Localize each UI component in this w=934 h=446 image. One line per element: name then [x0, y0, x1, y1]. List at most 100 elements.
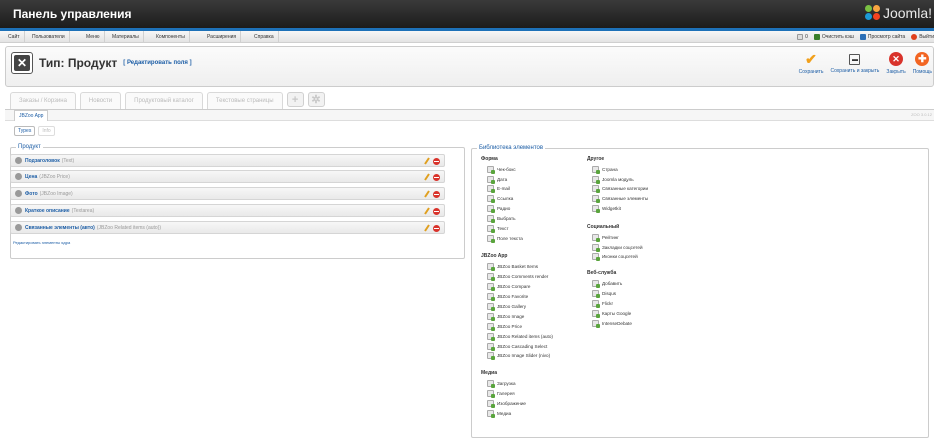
menu-item-content[interactable]: Материалы [108, 31, 144, 43]
pencil-icon[interactable] [424, 190, 430, 198]
gear-icon [15, 207, 22, 214]
element-icon [592, 234, 600, 242]
logout-link[interactable]: Выйти [911, 34, 934, 40]
library-item[interactable]: JBZoo Gallery [487, 303, 526, 311]
library-item[interactable]: Добавить [592, 280, 622, 288]
tab-orders-cart[interactable]: Заказы / Корзина [10, 92, 76, 109]
library-item-label: E-mail [497, 186, 511, 191]
messages-indicator[interactable]: 0 [797, 34, 808, 40]
library-item[interactable]: JBZoo Related items (auto) [487, 333, 553, 341]
library-item-label: Медиа [497, 411, 512, 416]
library-item-label: Ссылка [497, 196, 514, 201]
library-item-label: JBZoo Basket Items [497, 264, 539, 269]
checkmark-icon: ✔ [805, 50, 817, 67]
field-row[interactable]: Цена (JBZoo Price) [10, 170, 445, 183]
library-item[interactable]: Радио [487, 205, 510, 213]
library-item[interactable]: Выбрать [487, 215, 516, 223]
delete-icon[interactable] [433, 208, 440, 215]
library-item[interactable]: Joomla модуль [592, 176, 634, 184]
save-button[interactable]: ✔ Сохранить [799, 50, 824, 76]
breadcrumb: Types Info [14, 126, 55, 136]
library-item[interactable]: JBZoo Image Slider (nivo) [487, 352, 550, 360]
library-item[interactable]: Связанные категории [592, 185, 648, 193]
field-row[interactable]: Подзаголовок (Text) [10, 154, 445, 167]
field-row[interactable]: Связанные элементы (авто) (JBZoo Related… [10, 221, 445, 234]
group-title-other: Другое [587, 156, 605, 162]
library-item[interactable]: JBZoo Price [487, 323, 522, 331]
pencil-icon[interactable] [424, 157, 430, 165]
jbzoo-icon: ✕ [11, 52, 33, 74]
library-item[interactable]: Галерея [487, 390, 515, 398]
library-item[interactable]: E-mail [487, 185, 511, 193]
library-item[interactable]: Связанные элементы [592, 195, 648, 203]
joomla-logo[interactable]: Joomla! [864, 5, 932, 21]
field-type: (JBZoo Image) [39, 190, 73, 197]
library-item[interactable]: Ссылка [487, 195, 514, 203]
library-item[interactable]: Медиа [487, 410, 512, 418]
library-item[interactable]: Закладки соцсетей [592, 244, 643, 252]
element-icon [487, 333, 495, 341]
field-name: Связанные элементы (авто) [25, 224, 95, 231]
delete-icon[interactable] [433, 225, 440, 232]
library-item-label: Рейтинг [602, 235, 619, 240]
library-item[interactable]: Рейтинг [592, 234, 619, 242]
library-item[interactable]: JBZoo Image [487, 313, 524, 321]
field-type: (Text) [61, 157, 75, 164]
library-item[interactable]: Поле текста [487, 235, 523, 243]
tab-product-catalog[interactable]: Продуктовый каталог [125, 92, 203, 109]
tab-text-pages[interactable]: Текстовые страницы [206, 92, 283, 109]
close-button[interactable]: ✕ Закрыть [886, 52, 906, 75]
library-item[interactable]: JBZoo Favorite [487, 293, 528, 301]
clear-cache-link[interactable]: Очистить кэш [813, 34, 854, 40]
library-item[interactable]: Карты Google [592, 310, 631, 318]
crumb-types[interactable]: Types [14, 126, 36, 136]
library-item[interactable]: IntenseDebate [592, 320, 632, 328]
library-item-label: Изображение [497, 401, 526, 406]
library-item[interactable]: Дата [487, 176, 507, 184]
library-item[interactable]: JBZoo Compare [487, 283, 530, 291]
field-row[interactable]: Фото (JBZoo Image) [10, 187, 445, 200]
library-item[interactable]: Widgetkit [592, 205, 621, 213]
tab-jbzoo-app[interactable]: JBZoo App [14, 110, 49, 121]
library-item[interactable]: JBZoo Cascading Select [487, 343, 547, 351]
library-item[interactable]: Изображение [487, 400, 526, 408]
element-icon [487, 235, 495, 243]
library-item[interactable]: Чек-бокс [487, 166, 516, 174]
menu-item-menus[interactable]: Меню [82, 31, 105, 43]
element-icon [487, 225, 495, 233]
menu-item-site[interactable]: Сайт [4, 31, 25, 43]
library-item[interactable]: JBZoo Comments render [487, 273, 548, 281]
field-row[interactable]: Краткое описание (Textarea) [10, 204, 445, 217]
tab-news[interactable]: Новости [79, 92, 122, 109]
library-item[interactable]: Disqus [592, 290, 616, 298]
pencil-icon[interactable] [424, 207, 430, 215]
view-site-link[interactable]: Просмотр сайта [859, 34, 905, 40]
element-icon [487, 343, 495, 351]
help-button[interactable]: ✚ Помощь [913, 52, 932, 75]
library-item[interactable]: Текст [487, 225, 509, 233]
save-close-button[interactable]: ▬ Сохранить и закрыть [830, 52, 879, 75]
menu-item-components[interactable]: Компоненты [152, 31, 190, 43]
delete-icon[interactable] [433, 191, 440, 198]
library-item[interactable]: Иконки соцсетей [592, 253, 638, 261]
admin-header: Панель управления Joomla! [0, 0, 934, 28]
crumb-info[interactable]: Info [38, 126, 55, 136]
menu-item-extensions[interactable]: Расширения [203, 31, 242, 43]
group-title-social: Социальный [587, 224, 620, 230]
settings-gear-icon[interactable]: ✲ [307, 92, 325, 107]
edit-core-elements-link[interactable]: Редактировать элементы ядра [13, 240, 70, 245]
delete-icon[interactable] [433, 158, 440, 165]
library-item[interactable]: Загрузка [487, 380, 516, 388]
pencil-icon[interactable] [424, 224, 430, 232]
pencil-icon[interactable] [424, 173, 430, 181]
library-item[interactable]: JBZoo Basket Items [487, 263, 539, 271]
field-type: (JBZoo Price) [39, 173, 70, 180]
library-item[interactable]: Страна [592, 166, 618, 174]
menu-item-users[interactable]: Пользователи [28, 31, 70, 43]
element-icon [487, 293, 495, 301]
library-item[interactable]: Flickr [592, 300, 613, 308]
element-icon [592, 176, 600, 184]
delete-icon[interactable] [433, 174, 440, 181]
add-app-button[interactable]: + [286, 92, 304, 107]
menu-item-help[interactable]: Справка [250, 31, 279, 43]
